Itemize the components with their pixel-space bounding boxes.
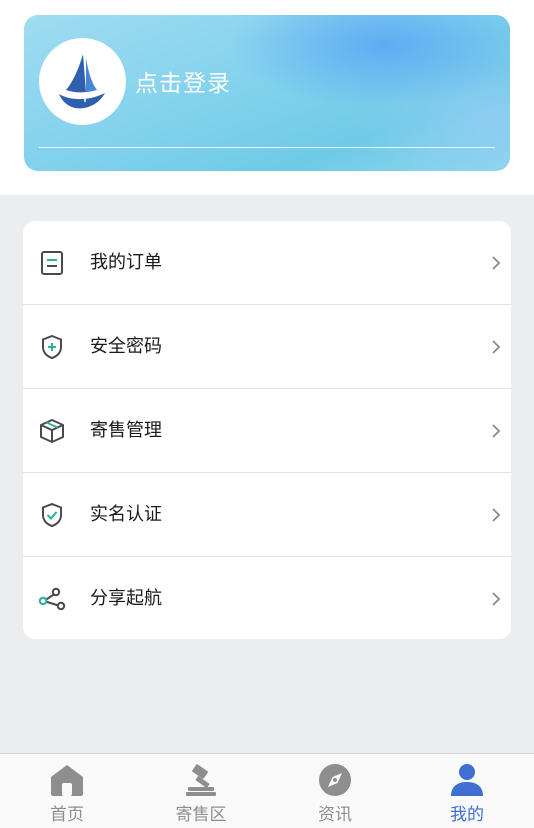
menu-item-orders[interactable]: 我的订单 — [23, 221, 511, 305]
tab-label: 首页 — [50, 805, 84, 825]
box-icon — [40, 419, 64, 443]
home-icon — [51, 765, 83, 796]
bottom-tab-bar: 首页 寄售区 资讯 我的 — [0, 753, 534, 828]
tab-mine[interactable]: 我的 — [400, 754, 534, 828]
tab-label: 我的 — [450, 805, 484, 825]
compass-icon — [319, 764, 351, 796]
card-divider — [39, 147, 495, 148]
menu-item-consignment-management[interactable]: 寄售管理 — [23, 389, 511, 473]
tab-label: 资讯 — [318, 805, 352, 825]
menu-item-label: 分享起航 — [90, 588, 162, 609]
menu-item-label: 实名认证 — [90, 504, 162, 525]
tab-news[interactable]: 资讯 — [268, 754, 402, 828]
share-icon — [38, 587, 66, 611]
chevron-right-icon — [492, 508, 501, 522]
chevron-right-icon — [492, 592, 501, 606]
header-area: 点击登录 — [0, 0, 534, 195]
menu-item-label: 寄售管理 — [90, 420, 162, 441]
avatar[interactable] — [39, 38, 126, 125]
chevron-right-icon — [492, 256, 501, 270]
sailboat-logo-icon — [59, 54, 105, 109]
order-icon — [41, 251, 63, 275]
menu-item-security-password[interactable]: 安全密码 — [23, 305, 511, 389]
menu-item-label: 安全密码 — [90, 336, 162, 357]
profile-card[interactable]: 点击登录 — [24, 15, 510, 171]
menu-list: 我的订单 安全密码 寄售管理 实名认证 分享起航 — [23, 221, 511, 639]
tab-home[interactable]: 首页 — [0, 754, 134, 828]
menu-item-label: 我的订单 — [90, 252, 162, 273]
shield-check-icon — [42, 502, 62, 528]
user-icon — [451, 764, 483, 796]
menu-item-share[interactable]: 分享起航 — [23, 557, 511, 639]
tab-consignment[interactable]: 寄售区 — [134, 754, 268, 828]
chevron-right-icon — [492, 424, 501, 438]
shield-plus-icon — [42, 334, 62, 360]
tab-label: 寄售区 — [175, 805, 227, 825]
chevron-right-icon — [492, 340, 501, 354]
gavel-icon — [186, 764, 216, 796]
login-prompt[interactable]: 点击登录 — [135, 69, 231, 99]
menu-item-real-name-verification[interactable]: 实名认证 — [23, 473, 511, 557]
